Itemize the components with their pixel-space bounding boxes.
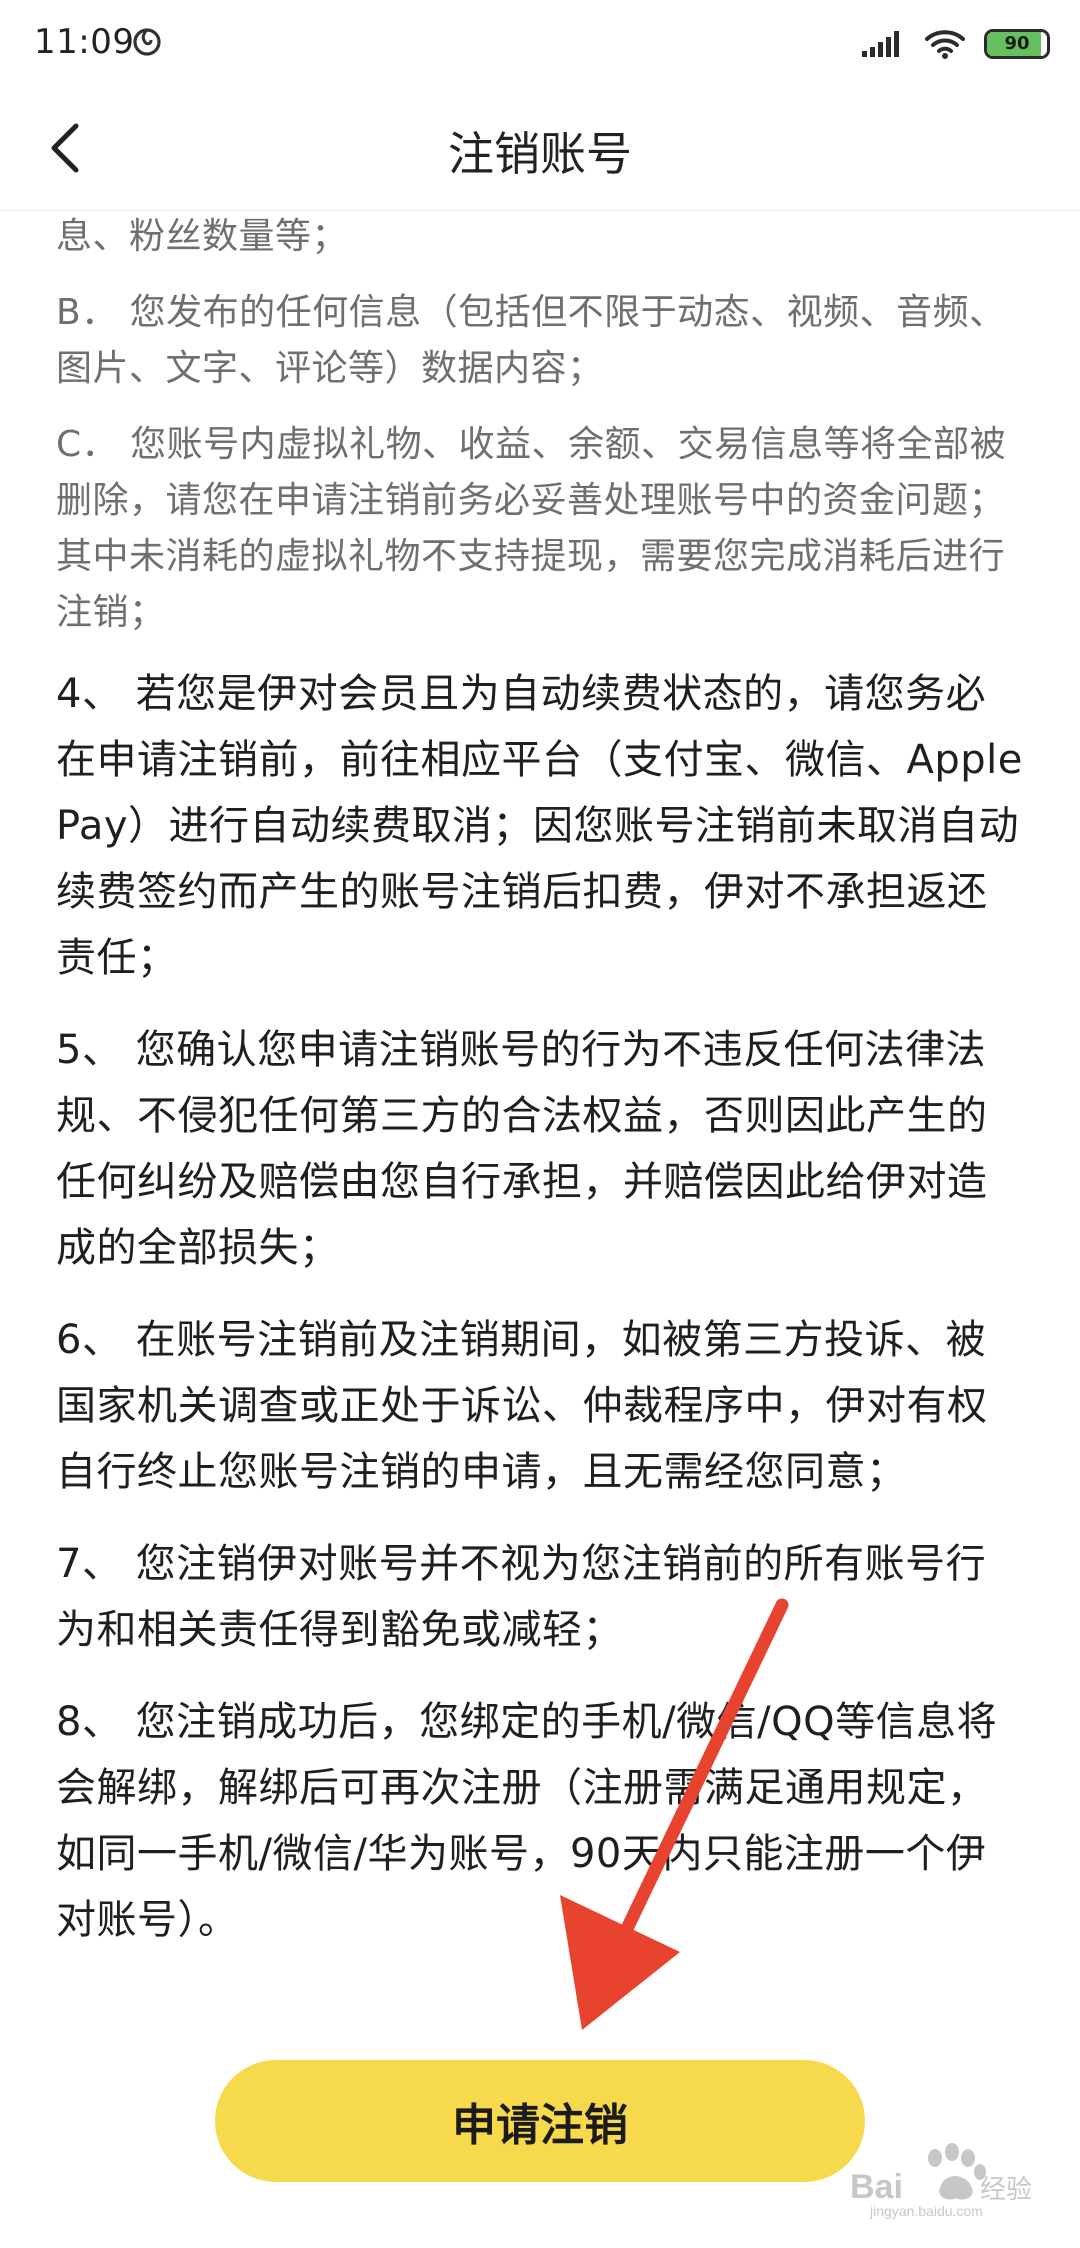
battery-indicator: 90: [984, 29, 1050, 59]
nav-bar: 注销账号: [0, 90, 1080, 211]
terms-paragraph: 5、 您确认您申请注销账号的行为不违反任何法律法规、不侵犯任何第三方的合法权益，…: [56, 1027, 988, 1271]
watermark-brand-cn: 经验: [980, 2175, 1032, 2205]
watermark-brand: Bai: [850, 2168, 903, 2206]
signal-bars-icon: [862, 31, 899, 57]
baidu-paw-icon: Bai 经验 jingyan.baidu.com: [850, 2143, 1032, 2219]
watermark-url: jingyan.baidu.com: [869, 2203, 983, 2219]
terms-paragraph: 6、 在账号注销前及注销期间，如被第三方投诉、被国家机关调查或正处于诉讼、仲裁程…: [56, 1317, 988, 1495]
status-bar: 11:09 90: [0, 0, 1080, 90]
terms-paragraph: B． 您发布的任何信息（包括但不限于动态、视频、音频、图片、文字、评论等）数据内…: [56, 292, 1006, 389]
status-icons: 90: [862, 24, 1050, 64]
terms-paragraph: 4、 若您是伊对会员且为自动续费状态的，请您务必在申请注销前，前往相应平台（支付…: [56, 671, 1023, 981]
page-title: 注销账号: [448, 127, 632, 181]
wifi-icon: [925, 30, 965, 59]
apply-deactivate-button[interactable]: 申请注销: [215, 2060, 865, 2182]
terms-paragraph: 8、 您注销成功后，您绑定的手机/微信/QQ等信息将会解绑，解绑后可再次注册（注…: [56, 1699, 998, 1943]
terms-content[interactable]: 息、粉丝数量等； B． 您发布的任何信息（包括但不限于动态、视频、音频、图片、文字…: [56, 215, 1026, 1995]
status-time: 11:09: [34, 22, 135, 62]
terms-paragraph: 息、粉丝数量等；: [56, 216, 349, 257]
terms-paragraph: 7、 您注销伊对账号并不视为您注销前的所有账号行为和相关责任得到豁免或减轻；: [56, 1541, 987, 1653]
battery-level: 90: [1004, 33, 1030, 54]
netease-music-icon: [133, 28, 161, 56]
terms-paragraph: C． 您账号内虚拟礼物、收益、余额、交易信息等将全部被删除，请您在申请注销前务必…: [56, 424, 1007, 633]
